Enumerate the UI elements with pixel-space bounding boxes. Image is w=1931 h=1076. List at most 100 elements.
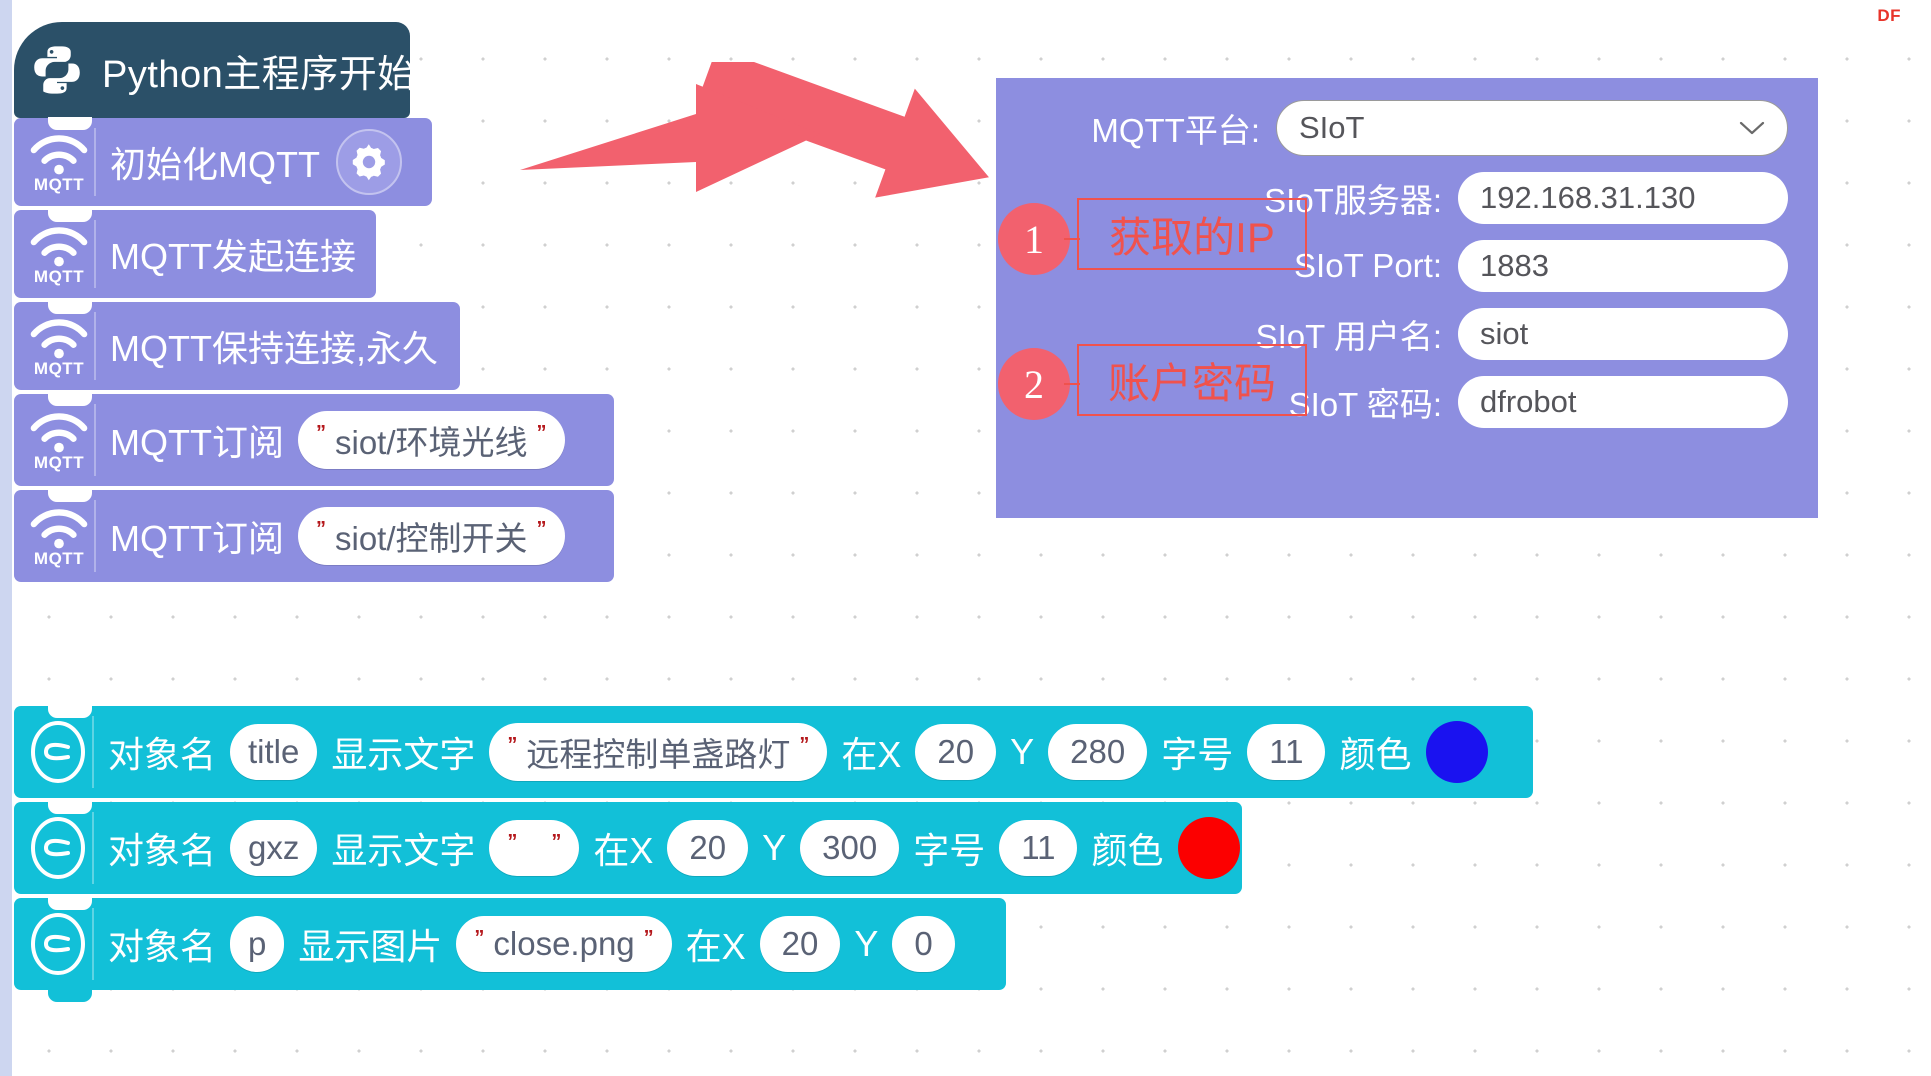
quote-close-icon: ” — [643, 927, 654, 949]
quote-close-icon: ” — [536, 518, 547, 540]
mqtt-init-label: 初始化MQTT — [110, 144, 320, 185]
y-value-field[interactable]: 300 — [800, 820, 900, 876]
display-text-field[interactable]: ” 远程控制单盏路灯 ” — [489, 723, 828, 781]
object-name-field[interactable]: title — [230, 724, 318, 780]
display-text-value: 远程控制单盏路灯 — [526, 736, 791, 773]
mqtt-topic-field-1[interactable]: ” siot/环境光线 ” — [297, 411, 565, 469]
x-value: 20 — [689, 829, 727, 866]
x-label: 在X — [685, 926, 746, 967]
block-divider — [92, 812, 94, 884]
block-divider — [92, 908, 94, 980]
font-size-label: 字号 — [1161, 734, 1234, 775]
password-input[interactable]: dfrobot — [1458, 376, 1788, 428]
x-value-field[interactable]: 20 — [667, 820, 749, 876]
font-size-field[interactable]: 11 — [1247, 724, 1326, 780]
annotation-circle-1: 1 — [998, 203, 1070, 275]
gear-icon[interactable] — [335, 129, 402, 195]
object-name-label: 对象名 — [108, 734, 217, 775]
mqtt-settings-panel[interactable]: MQTT平台: SIoT SIoT服务器: 192.168.31.130 SIo… — [996, 78, 1818, 518]
font-size-field[interactable]: 11 — [999, 820, 1078, 876]
font-size-value: 11 — [1269, 733, 1304, 770]
x-label: 在X — [593, 830, 654, 871]
object-oval-icon — [28, 817, 88, 879]
username-input[interactable]: siot — [1458, 308, 1788, 360]
platform-label: MQTT平台: — [1091, 112, 1260, 149]
block-divider — [94, 312, 96, 380]
y-value: 0 — [914, 925, 933, 962]
mqtt-subscribe-label-2: MQTT订阅 — [110, 518, 284, 559]
python-logo-icon — [30, 43, 84, 97]
x-value-field[interactable]: 20 — [915, 724, 997, 780]
mqtt-subscribe-block-2[interactable]: MQTT MQTT订阅 ” siot/控制开关 ” — [14, 489, 614, 582]
object-name-value: p — [248, 925, 267, 962]
display-image-block-p[interactable]: 对象名 p 显示图片 ” close.png ” 在X 20 Y 0 — [14, 897, 1006, 1002]
y-value: 300 — [822, 829, 878, 866]
object-name-label: 对象名 — [108, 830, 217, 871]
mqtt-topic-value-2: siot/控制开关 — [334, 520, 528, 557]
annotation-label-1: 获取的IP — [1077, 198, 1307, 270]
mqtt-subscribe-block-1[interactable]: MQTT MQTT订阅 ” siot/环境光线 ” — [14, 393, 614, 486]
canvas-left-rail — [0, 0, 12, 1076]
y-label: Y — [854, 923, 879, 964]
display-text-block-title[interactable]: 对象名 title 显示文字 ” 远程控制单盏路灯 ” 在X 20 Y 280 … — [14, 705, 1533, 798]
server-value: 192.168.31.130 — [1480, 180, 1696, 215]
x-value-field[interactable]: 20 — [759, 916, 841, 972]
python-start-block[interactable]: Python主程序开始 — [14, 22, 415, 130]
display-text-block-gxz[interactable]: 对象名 gxz 显示文字 ” ” 在X 20 Y 300 字号 11 颜色 — [14, 801, 1242, 894]
mqtt-wifi-icon: MQTT — [28, 506, 90, 567]
color-swatch[interactable] — [1177, 817, 1240, 879]
mqtt-icon-word: MQTT — [33, 358, 85, 378]
platform-row: MQTT平台: SIoT — [996, 100, 1788, 156]
quote-open-icon: ” — [507, 734, 518, 756]
username-value: siot — [1480, 316, 1529, 351]
object-oval-icon — [28, 721, 88, 783]
mqtt-wifi-icon: MQTT — [28, 132, 90, 193]
image-path-value: close.png — [493, 925, 635, 962]
quote-open-icon: ” — [315, 422, 326, 444]
server-input[interactable]: 192.168.31.130 — [1458, 172, 1788, 224]
mqtt-connect-block[interactable]: MQTT MQTT发起连接 — [14, 209, 376, 298]
pointer-arrow-icon — [520, 62, 989, 198]
platform-select[interactable]: SIoT — [1276, 100, 1788, 156]
mqtt-icon-word: MQTT — [33, 452, 85, 472]
object-name-label: 对象名 — [108, 926, 217, 967]
x-label: 在X — [841, 734, 902, 775]
block-divider — [94, 220, 96, 288]
mqtt-connect-label: MQTT发起连接 — [110, 236, 356, 277]
color-label: 颜色 — [1091, 830, 1164, 871]
y-value-field[interactable]: 0 — [892, 916, 955, 972]
mqtt-keepalive-block[interactable]: MQTT MQTT保持连接,永久 — [14, 301, 460, 390]
object-name-field[interactable]: p — [230, 916, 285, 972]
mqtt-icon-word: MQTT — [33, 174, 85, 194]
object-oval-icon — [28, 913, 88, 975]
mqtt-wifi-icon: MQTT — [28, 224, 90, 285]
quote-open-icon: ” — [474, 927, 485, 949]
block-divider — [94, 500, 96, 572]
y-value: 280 — [1070, 733, 1126, 770]
password-value: dfrobot — [1480, 384, 1577, 419]
mqtt-topic-field-2[interactable]: ” siot/控制开关 ” — [297, 507, 565, 565]
annotation-circle-2: 2 — [998, 348, 1070, 420]
quote-close-icon: ” — [551, 831, 562, 853]
object-name-value: gxz — [248, 829, 300, 866]
df-watermark: DF — [1877, 6, 1901, 25]
x-value: 20 — [937, 733, 975, 770]
color-swatch[interactable] — [1425, 721, 1488, 783]
mqtt-icon-word: MQTT — [33, 548, 85, 568]
quote-open-icon: ” — [315, 518, 326, 540]
mqtt-wifi-icon: MQTT — [28, 316, 90, 377]
font-size-label: 字号 — [913, 830, 986, 871]
y-value-field[interactable]: 280 — [1048, 724, 1148, 780]
annotation-label-2: 账户密码 — [1077, 344, 1307, 416]
mqtt-init-block[interactable]: MQTT 初始化MQTT — [14, 117, 432, 206]
y-label: Y — [762, 827, 787, 868]
block-divider — [94, 128, 96, 196]
object-name-value: title — [248, 733, 300, 770]
display-text-field[interactable]: ” ” — [489, 820, 580, 876]
block-bottom-tab — [48, 989, 92, 1002]
port-input[interactable]: 1883 — [1458, 240, 1788, 292]
quote-close-icon: ” — [536, 422, 547, 444]
image-path-field[interactable]: ” close.png ” — [456, 916, 672, 972]
password-label: SIoT 密码: — [1288, 386, 1442, 423]
object-name-field[interactable]: gxz — [230, 820, 318, 876]
